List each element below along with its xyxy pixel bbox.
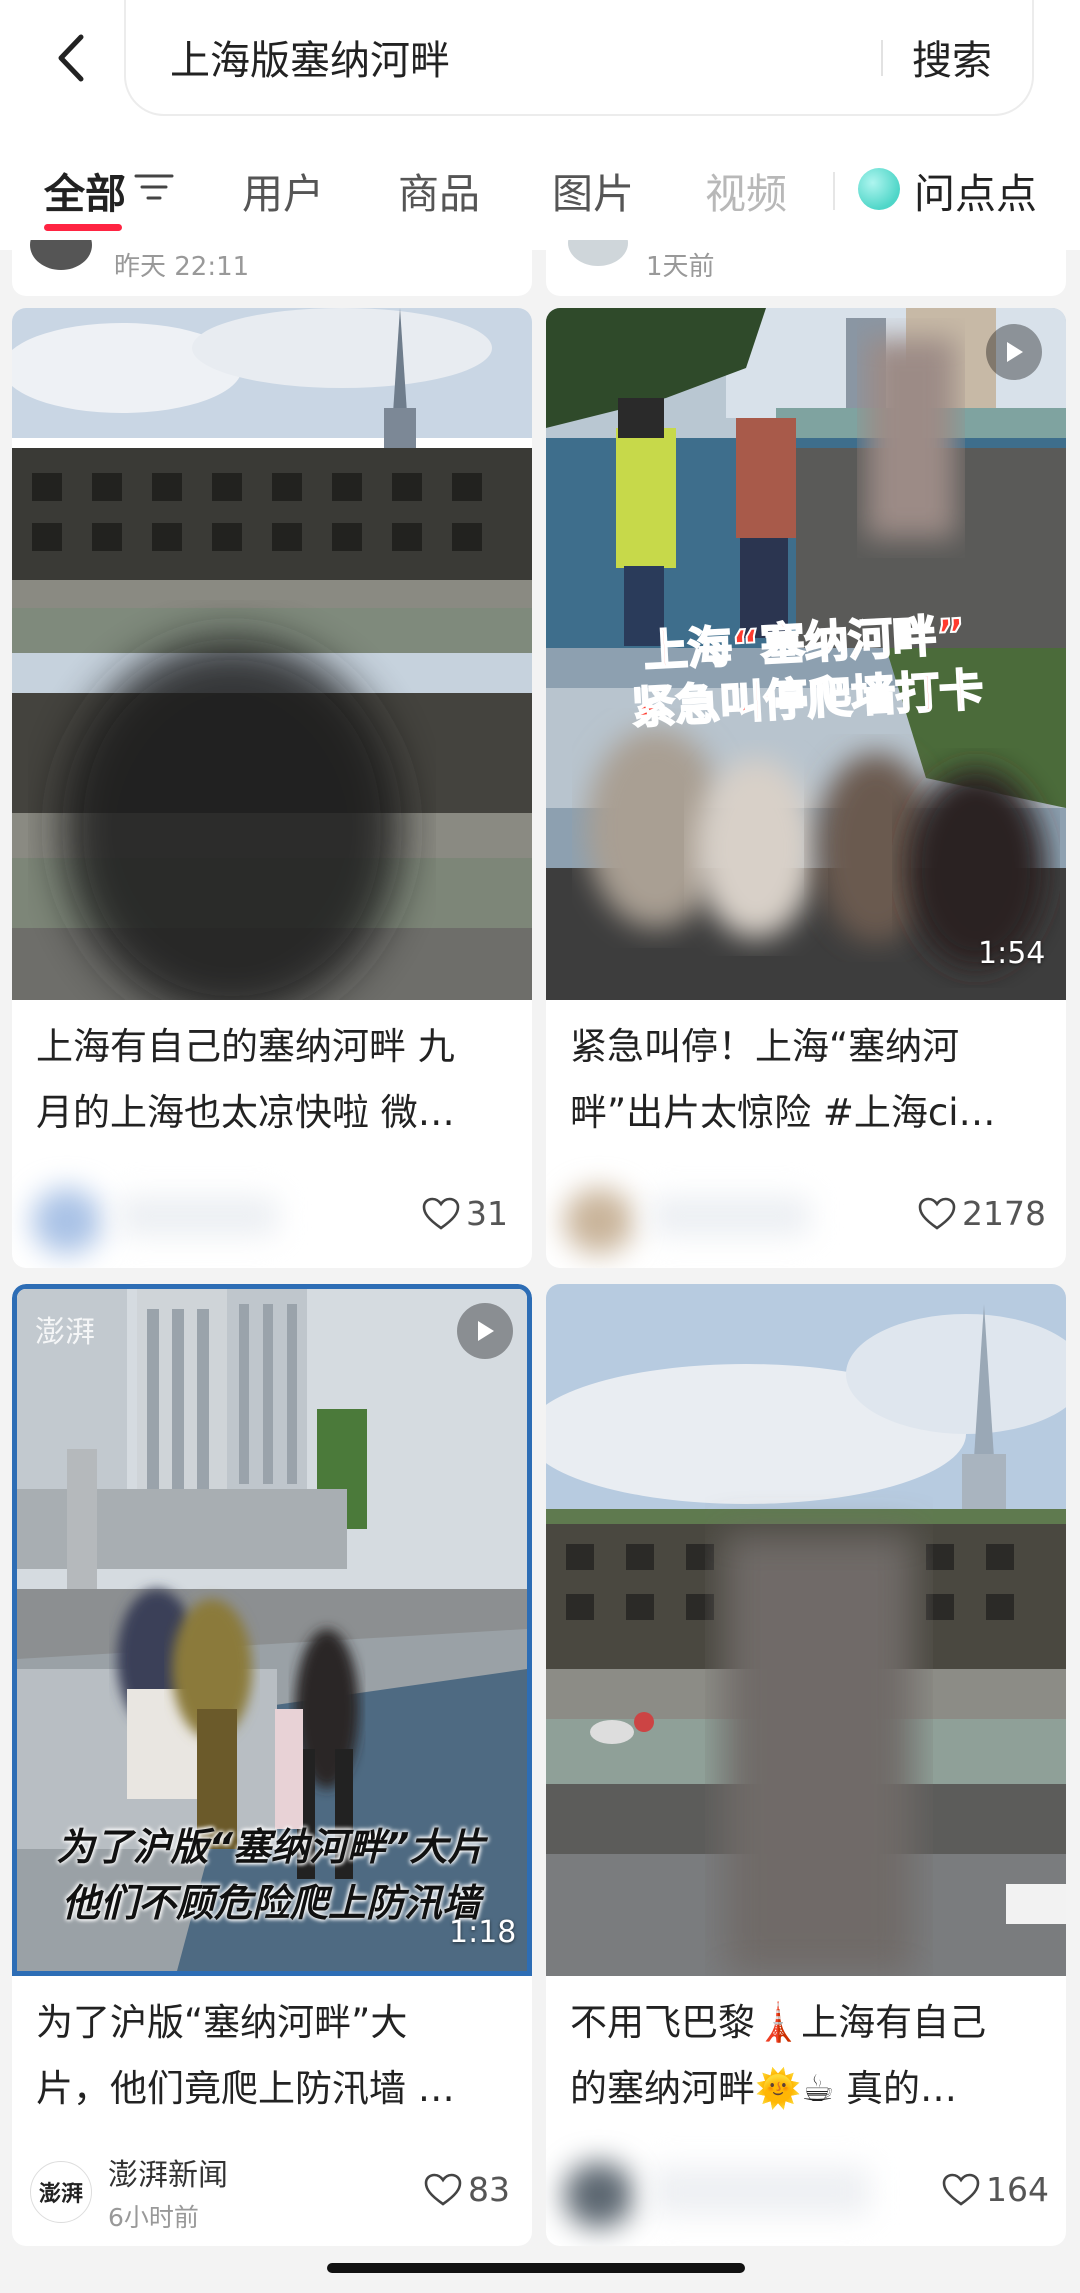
card-title-line-2: 月的上海也太凉快啦 微…: [36, 1091, 455, 1134]
author-info[interactable]: [550, 2142, 890, 2242]
author-name: [118, 1196, 278, 1236]
avatar: [564, 2162, 634, 2228]
card-title-line-2: 畔”出片太惊险 #上海ci…: [570, 1091, 996, 1134]
active-tab-indicator: [44, 224, 122, 231]
post-time: 1天前: [646, 252, 715, 282]
tab-videos[interactable]: 视频: [705, 160, 787, 220]
video-overlay-title: 为了沪版“塞纳河畔”大片 他们不顾危险爬上防汛墙: [56, 1825, 486, 1925]
heart-icon: [424, 2173, 462, 2206]
watermark-logo: 澎湃: [35, 1315, 95, 1350]
author-name: [650, 1196, 810, 1236]
video-icon: [986, 324, 1042, 380]
home-indicator[interactable]: [327, 2263, 745, 2273]
video-duration: 1:18: [449, 1915, 517, 1950]
author-name: [650, 2166, 870, 2216]
card-thumbnail: 澎湃 为了沪版“塞纳河畔”大片 他们不顾危险爬上防汛墙 1:18: [12, 1284, 532, 1976]
author-info[interactable]: 澎湃 澎湃新闻 6小时前: [30, 2144, 228, 2240]
tab-images[interactable]: 图片: [552, 160, 634, 220]
video-duration: 1:54: [978, 936, 1046, 971]
search-button[interactable]: 搜索: [912, 28, 992, 86]
card-thumbnail: [546, 1284, 1066, 1976]
like-button[interactable]: 164: [942, 2170, 1049, 2209]
like-count: 2178: [962, 1194, 1046, 1233]
heart-icon: [942, 2173, 980, 2206]
author-info[interactable]: [18, 1166, 332, 1266]
partial-card-left[interactable]: 昨天 22:11: [12, 240, 532, 296]
result-tabs: 全部 用户 商品 图片 视频 问点点: [0, 150, 1080, 240]
like-count: 31: [466, 1194, 508, 1233]
post-time: 6小时前: [108, 2203, 199, 2232]
note-card-4[interactable]: 不用飞巴黎🗼上海有自己 的塞纳河畔🌞☕ 真的… 164: [546, 1284, 1066, 2246]
search-bar[interactable]: 上海版塞纳河畔 搜索: [124, 0, 1034, 116]
ai-assistant-icon[interactable]: [858, 168, 900, 210]
back-button[interactable]: [40, 28, 100, 88]
search-input[interactable]: 上海版塞纳河畔: [170, 28, 450, 86]
like-button[interactable]: 31: [422, 1194, 508, 1233]
card-title-line-2: 片，他们竟爬上防汛墙 …: [36, 2067, 455, 2110]
search-header: 上海版塞纳河畔 搜索 全部 用户 商品 图片 视频 问点点: [0, 0, 1080, 250]
heart-icon: [422, 1197, 460, 1230]
like-count: 164: [986, 2170, 1049, 2209]
tab-ai-assistant[interactable]: 问点点: [914, 160, 1037, 220]
card-title-line-1: 为了沪版“塞纳河畔”大: [36, 2001, 408, 2044]
note-card-3[interactable]: 澎湃 为了沪版“塞纳河畔”大片 他们不顾危险爬上防汛墙 1:18 为了沪版“塞纳…: [12, 1284, 532, 2246]
tab-all[interactable]: 全部: [44, 160, 126, 220]
card-title-line-1: 上海有自己的塞纳河畔 九: [36, 1025, 455, 1068]
avatar: 澎湃: [30, 2161, 92, 2223]
note-card-2[interactable]: 上海“塞纳河畔” 紧急叫停爬墙打卡 1:54 紧急叫停！上海“塞纳河 畔”出片太…: [546, 308, 1066, 1268]
post-time: 昨天 22:11: [114, 252, 250, 282]
author-name: 澎湃新闻: [108, 2158, 228, 2193]
avatar: [564, 1188, 634, 1254]
avatar: [568, 240, 628, 266]
like-button[interactable]: 2178: [918, 1194, 1046, 1233]
tab-users[interactable]: 用户: [242, 160, 324, 220]
tab-divider: [833, 172, 835, 210]
card-thumbnail: [12, 308, 532, 1000]
heart-icon: [918, 1197, 956, 1230]
filter-icon[interactable]: [134, 172, 174, 202]
video-icon: [457, 1303, 513, 1359]
chevron-left-icon: [58, 34, 84, 82]
card-title-line-1: 紧急叫停！上海“塞纳河: [570, 1025, 960, 1068]
card-title-line-2: 的塞纳河畔🌞☕ 真的…: [570, 2067, 958, 2110]
card-thumbnail: 上海“塞纳河畔” 紧急叫停爬墙打卡 1:54: [546, 308, 1066, 1000]
like-count: 83: [468, 2170, 510, 2209]
like-button[interactable]: 83: [424, 2170, 510, 2209]
card-title-line-1: 不用飞巴黎🗼上海有自己: [570, 2001, 987, 2044]
avatar: [30, 240, 92, 270]
tab-products[interactable]: 商品: [398, 160, 480, 220]
author-info[interactable]: [550, 1166, 864, 1266]
search-divider: [881, 40, 883, 76]
note-card-1[interactable]: 上海有自己的塞纳河畔 九 月的上海也太凉快啦 微… 31: [12, 308, 532, 1268]
partial-card-right[interactable]: 1天前: [546, 240, 1066, 296]
avatar: [32, 1188, 102, 1254]
